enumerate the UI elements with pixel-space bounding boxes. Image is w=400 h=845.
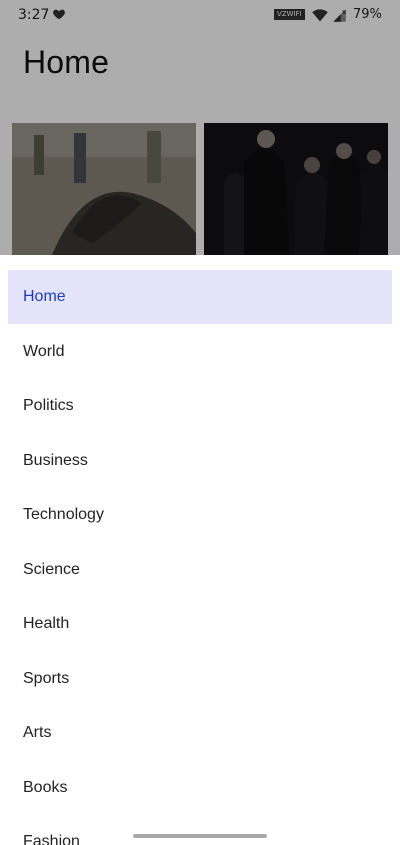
menu-item-home[interactable]: Home — [8, 270, 392, 324]
menu-item-science[interactable]: Science — [8, 543, 392, 597]
navigation-sheet: Home World Politics Business Technology … — [0, 255, 400, 845]
menu-item-sports[interactable]: Sports — [8, 652, 392, 706]
menu-item-world[interactable]: World — [8, 325, 392, 379]
menu-item-health[interactable]: Health — [8, 597, 392, 651]
scrim-overlay[interactable] — [0, 0, 400, 255]
menu-item-books[interactable]: Books — [8, 761, 392, 815]
menu-item-business[interactable]: Business — [8, 434, 392, 488]
menu-item-politics[interactable]: Politics — [8, 379, 392, 433]
menu-item-arts[interactable]: Arts — [8, 706, 392, 760]
menu-item-technology[interactable]: Technology — [8, 488, 392, 542]
gesture-nav-handle[interactable] — [133, 834, 267, 838]
menu-item-fashion[interactable]: Fashion — [8, 815, 392, 845]
